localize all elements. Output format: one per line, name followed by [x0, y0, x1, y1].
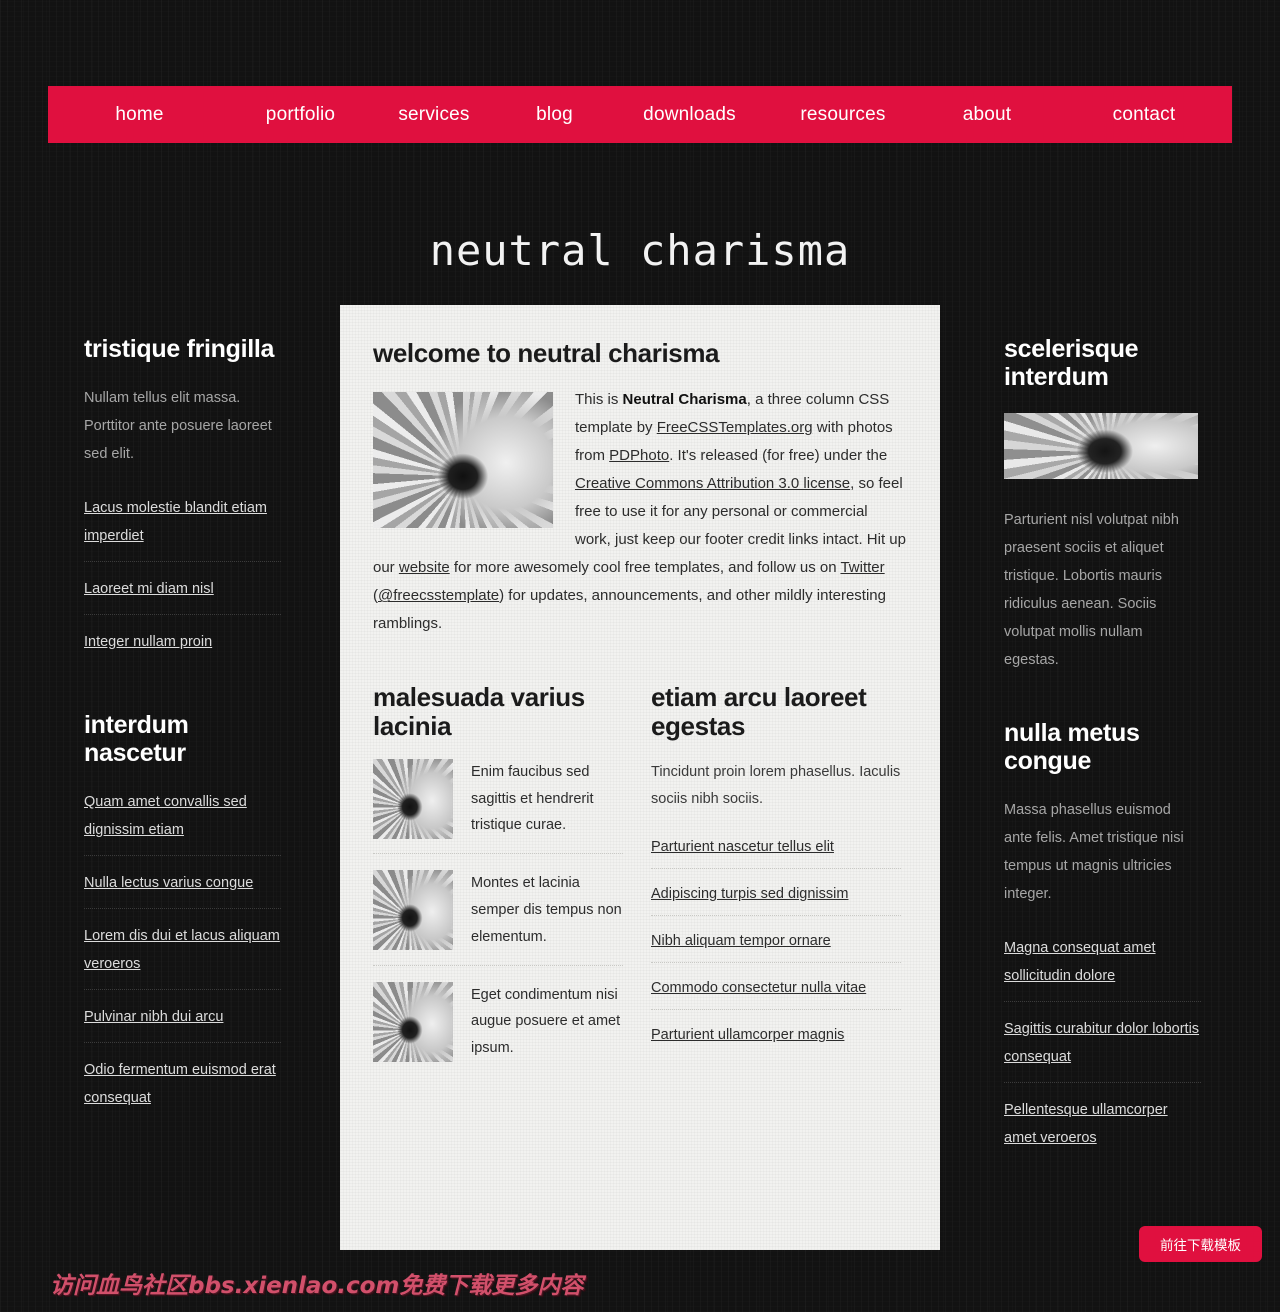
list-item: Magna consequat amet sollicitudin dolore: [1004, 935, 1201, 1002]
sidebar-link[interactable]: Quam amet convallis sed dignissim etiam: [84, 794, 247, 838]
content-link[interactable]: Commodo consectetur nulla vitae: [651, 980, 866, 996]
nav-item-portfolio[interactable]: portfolio: [231, 86, 370, 143]
content-link[interactable]: Parturient ullamcorper magnis: [651, 1027, 844, 1043]
right-sidebar-list: Magna consequat amet sollicitudin dolore…: [1004, 935, 1201, 1163]
sunflower-thumbnail-icon: [373, 758, 453, 839]
main-navigation: home portfolio services blog downloads r…: [48, 86, 1232, 143]
link-cc-license[interactable]: Creative Commons Attribution 3.0 license: [575, 475, 850, 492]
nav-item-downloads[interactable]: downloads: [611, 86, 768, 143]
right-sidebar-paragraph-1: Parturient nisl volutpat nibh praesent s…: [1004, 512, 1179, 668]
sidebar-link[interactable]: Lorem dis dui et lacus aliquam veroeros: [84, 928, 280, 972]
sidebar-link[interactable]: Sagittis curabitur dolor lobortis conseq…: [1004, 1021, 1199, 1065]
list-item: Lacus molestie blandit etiam imperdiet: [84, 495, 281, 562]
list-item: Nulla lectus varius congue: [84, 870, 281, 909]
list-item: Odio fermentum euismod erat consequat: [84, 1057, 281, 1123]
sidebar-link[interactable]: Pulvinar nibh dui arcu: [84, 1009, 223, 1025]
sunflower-thumbnail-icon: [373, 870, 453, 951]
sidebar-link[interactable]: Integer nullam proin: [84, 634, 212, 650]
nav-item-home[interactable]: home: [48, 86, 231, 143]
link-freecsstemplates[interactable]: FreeCSSTemplates.org: [657, 419, 813, 436]
left-sidebar-list-1: Lacus molestie blandit etiam imperdiet L…: [84, 495, 281, 667]
link-website[interactable]: website: [399, 559, 450, 576]
sidebar-link[interactable]: Odio fermentum euismod erat consequat: [84, 1062, 276, 1106]
site-watermark: 访问血鸟社区bbs.xienlao.com免费下载更多内容: [50, 1273, 584, 1299]
main-column-left-heading: malesuada varius lacinia: [373, 681, 585, 741]
item-text: Enim faucibus sed sagittis et hendrerit …: [471, 763, 594, 834]
nav-item-services[interactable]: services: [370, 86, 498, 143]
list-item: Pulvinar nibh dui arcu: [84, 1004, 281, 1043]
list-item: Pellentesque ullamcorper amet veroeros: [1004, 1097, 1201, 1163]
list-item: Sagittis curabitur dolor lobortis conseq…: [1004, 1016, 1201, 1083]
main-column-left-list: Enim faucibus sed sagittis et hendrerit …: [373, 758, 623, 1062]
sidebar-link[interactable]: Lacus molestie blandit etiam imperdiet: [84, 500, 267, 544]
list-item: Lorem dis dui et lacus aliquam veroeros: [84, 923, 281, 990]
left-sidebar-paragraph-1: Nullam tellus elit massa. Porttitor ante…: [84, 390, 272, 462]
list-item: Parturient nascetur tellus elit: [651, 838, 901, 870]
right-sidebar-heading-2: nulla metus congue: [1004, 718, 1140, 775]
nav-link-about[interactable]: about: [963, 104, 1012, 126]
welcome-text-1: This is: [575, 391, 623, 409]
welcome-text-4: . It's released (for free) under the: [669, 447, 888, 465]
sidebar-link[interactable]: Laoreet mi diam nisl: [84, 581, 214, 597]
nav-item-blog[interactable]: blog: [498, 86, 611, 143]
content-link[interactable]: Adipiscing turpis sed dignissim: [651, 886, 848, 902]
list-item: Commodo consectetur nulla vitae: [651, 979, 901, 1011]
nav-link-contact[interactable]: contact: [1113, 104, 1176, 126]
sidebar-link[interactable]: Pellentesque ullamcorper amet veroeros: [1004, 1102, 1168, 1146]
main-column-right-heading: etiam arcu laoreet egestas: [651, 681, 867, 741]
sidebar-link[interactable]: Nulla lectus varius congue: [84, 875, 253, 891]
list-item: Nibh aliquam tempor ornare: [651, 932, 901, 964]
welcome-body: This is Neutral Charisma, a three column…: [373, 386, 907, 638]
sunflower-banner-icon: [1004, 413, 1198, 479]
content-link[interactable]: Nibh aliquam tempor ornare: [651, 933, 831, 949]
nav-link-home[interactable]: home: [115, 104, 163, 126]
welcome-text-6: for more awesomely cool free templates, …: [449, 559, 841, 577]
download-template-button[interactable]: 前往下载模板: [1139, 1226, 1262, 1262]
list-item: Adipiscing turpis sed dignissim: [651, 885, 901, 917]
list-item: Quam amet convallis sed dignissim etiam: [84, 789, 281, 856]
main-column-right-intro: Tincidunt proin lorem phasellus. Iaculis…: [651, 763, 901, 807]
left-sidebar-heading-1: tristique fringilla: [84, 335, 275, 363]
content-link[interactable]: Parturient nascetur tellus elit: [651, 839, 834, 855]
list-item: Montes et lacinia semper dis tempus non …: [373, 870, 623, 966]
list-item: Integer nullam proin: [84, 629, 281, 667]
sunflower-thumbnail-icon: [373, 981, 453, 1062]
brand-name: Neutral Charisma: [622, 391, 747, 409]
nav-item-resources[interactable]: resources: [768, 86, 918, 143]
main-column-right-list: Parturient nascetur tellus elit Adipisci…: [651, 838, 901, 1056]
left-sidebar-list-2: Quam amet convallis sed dignissim etiam …: [84, 789, 281, 1123]
right-sidebar: scelerisque interdum Parturient nisl vol…: [1004, 335, 1201, 1177]
welcome-heading: welcome to neutral charisma: [373, 338, 720, 368]
list-item: Parturient ullamcorper magnis: [651, 1026, 901, 1056]
nav-link-services[interactable]: services: [398, 104, 469, 126]
nav-link-downloads[interactable]: downloads: [643, 104, 736, 126]
main-column-left: malesuada varius lacinia Enim faucibus s…: [373, 681, 623, 1079]
main-content-panel: welcome to neutral charisma This is Neut…: [340, 305, 940, 1250]
list-item: Laoreet mi diam nisl: [84, 576, 281, 615]
list-item: Enim faucibus sed sagittis et hendrerit …: [373, 758, 623, 855]
left-sidebar-heading-2: interdum nascetur: [84, 710, 189, 767]
nav-link-blog[interactable]: blog: [536, 104, 573, 126]
nav-item-about[interactable]: about: [918, 86, 1056, 143]
site-title: neutral charisma: [429, 226, 851, 276]
nav-link-portfolio[interactable]: portfolio: [266, 104, 335, 126]
main-column-right: etiam arcu laoreet egestas Tincidunt pro…: [651, 681, 901, 1079]
nav-item-contact[interactable]: contact: [1056, 86, 1232, 143]
left-sidebar: tristique fringilla Nullam tellus elit m…: [84, 335, 281, 1137]
sunflower-photo-icon: [373, 392, 553, 529]
nav-link-resources[interactable]: resources: [800, 104, 885, 126]
item-text: Eget condimentum nisi augue posuere et a…: [471, 986, 621, 1057]
right-sidebar-heading-1: scelerisque interdum: [1004, 335, 1139, 391]
main-two-column-area: malesuada varius lacinia Enim faucibus s…: [373, 639, 907, 1079]
link-pdphoto[interactable]: PDPhoto: [609, 447, 669, 464]
link-twitter-handle[interactable]: @freecsstemplate: [378, 587, 499, 604]
item-text: Montes et lacinia semper dis tempus non …: [471, 875, 622, 945]
sidebar-link[interactable]: Magna consequat amet sollicitudin dolore: [1004, 940, 1156, 984]
link-twitter[interactable]: Twitter: [840, 559, 884, 576]
list-item: Eget condimentum nisi augue posuere et a…: [373, 981, 623, 1062]
right-sidebar-paragraph-2: Massa phasellus euismod ante felis. Amet…: [1004, 801, 1184, 902]
